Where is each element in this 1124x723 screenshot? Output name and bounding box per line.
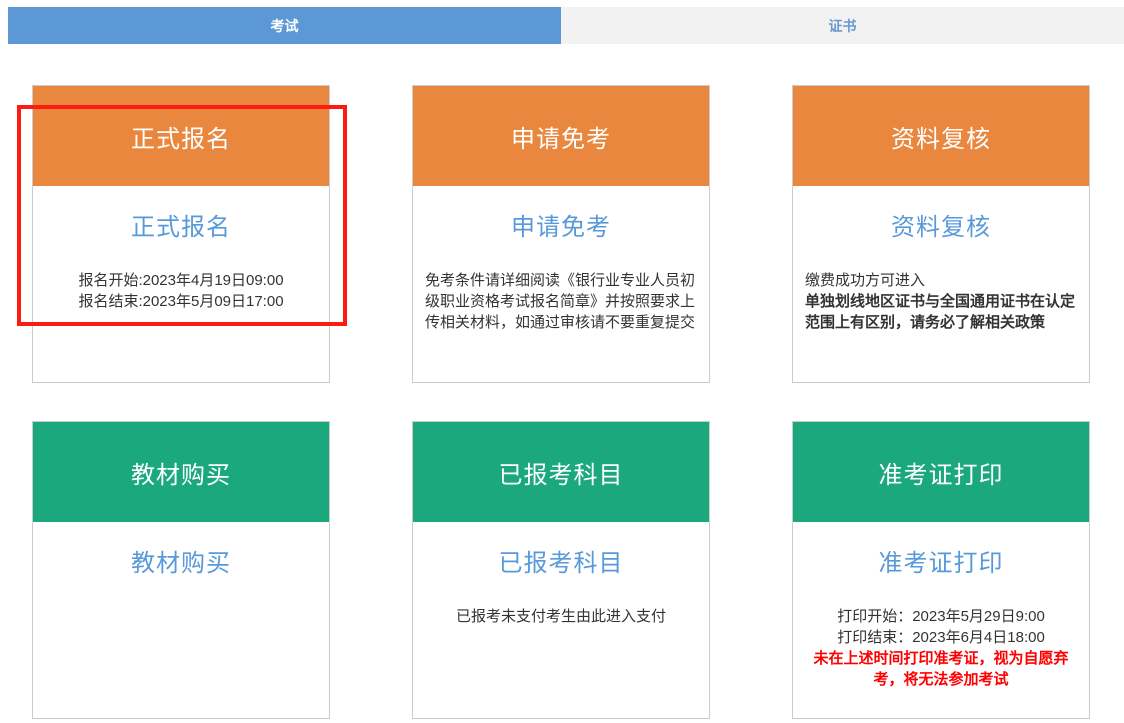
card-official-registration-header: 正式报名 xyxy=(33,86,329,186)
registration-dates: 报名开始:2023年4月19日09:00 报名结束:2023年5月09日17:0… xyxy=(33,270,329,312)
card-official-registration-title: 正式报名 xyxy=(131,119,231,154)
tab-exam-label: 考试 xyxy=(271,16,299,36)
card-admission-ticket-print-header: 准考证打印 xyxy=(793,422,1089,522)
print-end-date: 打印结束：2023年6月4日18:00 xyxy=(793,627,1089,648)
card-textbook-purchase-title: 教材购买 xyxy=(131,455,231,490)
registered-subjects-note-text: 已报考未支付考生由此进入支付 xyxy=(413,606,709,627)
card-material-review: 资料复核 资料复核 缴费成功方可进入 单独划线地区证书与全国通用证书在认定范围上… xyxy=(792,85,1090,383)
tab-exam[interactable]: 考试 xyxy=(8,7,561,44)
card-exemption-application-header: 申请免考 xyxy=(413,86,709,186)
card-registered-subjects-title: 已报考科目 xyxy=(499,455,624,490)
registered-subjects-note: 已报考未支付考生由此进入支付 xyxy=(413,606,709,627)
tab-certificate-label: 证书 xyxy=(829,16,857,36)
registration-end-date: 报名结束:2023年5月09日17:00 xyxy=(33,291,329,312)
card-grid: 正式报名 正式报名 报名开始:2023年4月19日09:00 报名结束:2023… xyxy=(32,85,1090,719)
card-material-review-title: 资料复核 xyxy=(891,119,991,154)
registered-subjects-link[interactable]: 已报考科目 xyxy=(413,543,709,578)
exemption-instructions: 免考条件请详细阅读《银行业专业人员初级职业资格考试报名简章》并按照要求上传相关材… xyxy=(413,270,709,333)
material-review-note-entry: 缴费成功方可进入 xyxy=(805,270,1077,291)
card-registered-subjects: 已报考科目 已报考科目 已报考未支付考生由此进入支付 xyxy=(412,421,710,719)
official-registration-link[interactable]: 正式报名 xyxy=(33,207,329,242)
card-admission-ticket-print-title: 准考证打印 xyxy=(879,455,1004,490)
card-exemption-application-title: 申请免考 xyxy=(511,119,611,154)
print-start-date: 打印开始：2023年5月29日9:00 xyxy=(793,606,1089,627)
tab-certificate[interactable]: 证书 xyxy=(561,7,1124,44)
textbook-purchase-link[interactable]: 教材购买 xyxy=(33,543,329,578)
card-textbook-purchase-header: 教材购买 xyxy=(33,422,329,522)
registration-start-date: 报名开始:2023年4月19日09:00 xyxy=(33,270,329,291)
exemption-application-link[interactable]: 申请免考 xyxy=(413,207,709,242)
card-registered-subjects-header: 已报考科目 xyxy=(413,422,709,522)
card-admission-ticket-print: 准考证打印 准考证打印 打印开始：2023年5月29日9:00 打印结束：202… xyxy=(792,421,1090,719)
card-textbook-purchase: 教材购买 教材购买 xyxy=(32,421,330,719)
card-material-review-header: 资料复核 xyxy=(793,86,1089,186)
material-review-notes: 缴费成功方可进入 单独划线地区证书与全国通用证书在认定范围上有区别，请务必了解相… xyxy=(793,270,1089,333)
material-review-note-policy: 单独划线地区证书与全国通用证书在认定范围上有区别，请务必了解相关政策 xyxy=(805,291,1077,333)
tab-bar: 考试 证书 xyxy=(8,7,1124,44)
exemption-instructions-text: 免考条件请详细阅读《银行业专业人员初级职业资格考试报名简章》并按照要求上传相关材… xyxy=(425,270,697,333)
material-review-link[interactable]: 资料复核 xyxy=(793,207,1089,242)
card-official-registration: 正式报名 正式报名 报名开始:2023年4月19日09:00 报名结束:2023… xyxy=(32,85,330,383)
print-dates: 打印开始：2023年5月29日9:00 打印结束：2023年6月4日18:00 … xyxy=(793,606,1089,690)
admission-ticket-print-link[interactable]: 准考证打印 xyxy=(793,543,1089,578)
card-exemption-application: 申请免考 申请免考 免考条件请详细阅读《银行业专业人员初级职业资格考试报名简章》… xyxy=(412,85,710,383)
print-deadline-warning: 未在上述时间打印准考证，视为自愿弃考，将无法参加考试 xyxy=(793,648,1089,690)
